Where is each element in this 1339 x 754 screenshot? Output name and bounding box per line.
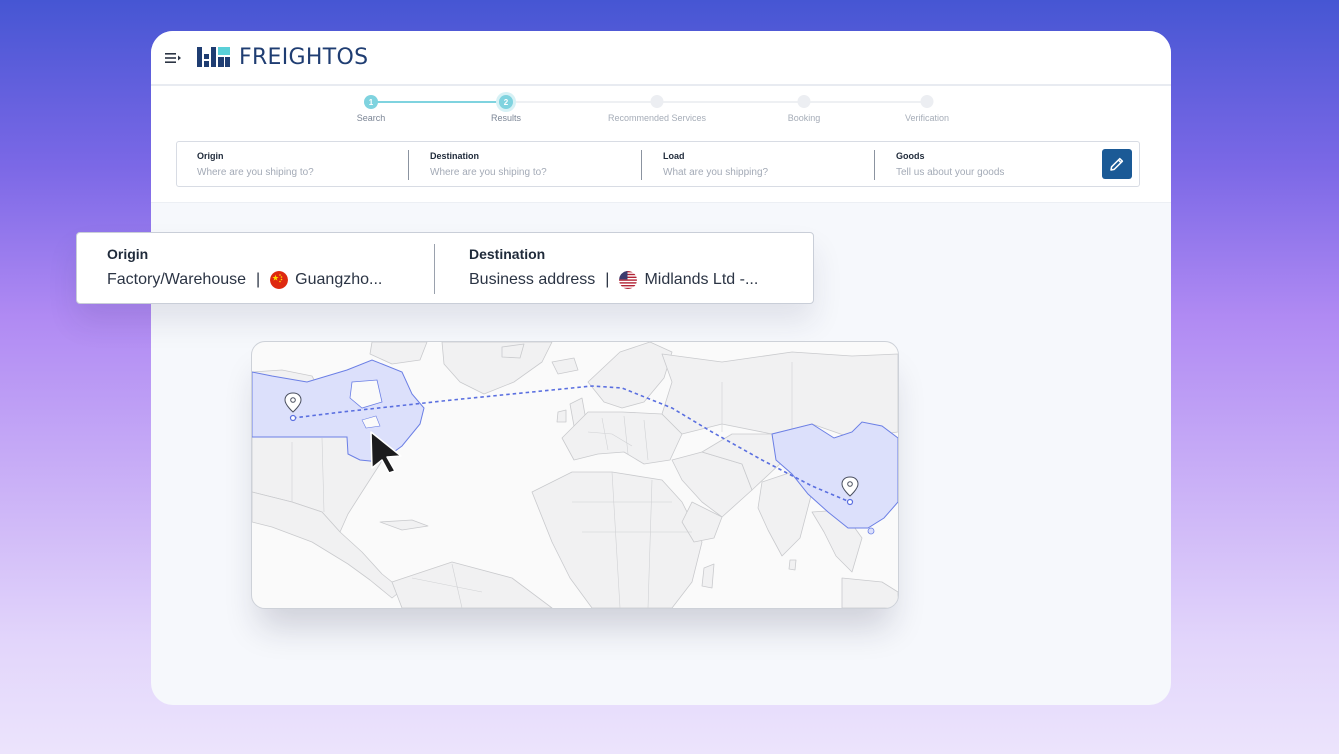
origin-label: Origin [107,246,149,262]
load-field[interactable]: Load What are you shipping? [643,142,876,186]
origin-field-placeholder: Where are you shiping to? [197,167,314,178]
step-booking-label: Booking [787,113,821,123]
destination-value[interactable]: Business address | Midlands Ltd -... [469,271,758,289]
top-navigation-bar: FREIGHTOS [151,31,1171,86]
world-map [252,342,898,608]
origin-separator: | [256,271,261,288]
destination-location-type: Business address [469,271,596,288]
progress-stepper: 1 Search 2 Results Recommended Services … [151,86,1171,131]
step-1-dot[interactable]: 1 [364,95,378,109]
origin-place: Guangzho... [295,271,383,288]
shipment-search-bar: Origin Where are you shiping to? Destina… [176,141,1140,187]
destination-field-placeholder: Where are you shiping to? [430,167,547,178]
step-1-number: 1 [368,97,374,107]
step-5-dot [920,95,934,108]
goods-field[interactable]: Goods Tell us about your goods [876,142,1109,186]
step-3-dot [650,95,664,108]
origin-location-type: Factory/Warehouse [107,271,247,288]
mouse-pointer-icon [370,431,402,474]
route-summary-card: Origin Factory/Warehouse | Guangzho... D… [76,232,814,304]
step-recommended-services-label: Recommended Services [607,113,707,123]
freightos-logo[interactable]: FREIGHTOS [197,44,369,70]
destination-place: Midlands Ltd -... [644,271,759,288]
freightos-logo-icon [197,47,230,67]
step-2-dot[interactable]: 2 [499,95,513,109]
step-search-label: Search [356,113,386,123]
load-field-label: Load [663,151,685,161]
usa-flag-icon [619,271,638,289]
route-map[interactable] [251,341,899,609]
pencil-icon [1110,157,1124,171]
edit-search-button[interactable] [1102,149,1132,179]
destination-separator: | [605,271,610,288]
step-verification-label: Verification [904,113,950,123]
field-divider [408,150,409,180]
goods-field-label: Goods [896,151,925,161]
brand-name: FREIGHTOS [239,44,369,70]
load-field-placeholder: What are you shipping? [663,167,769,178]
search-panel: 1 Search 2 Results Recommended Services … [151,86,1171,203]
step-4-dot [797,95,811,108]
step-results-label: Results [490,113,522,123]
menu-icon[interactable] [165,51,181,65]
china-flag-icon [270,271,289,289]
stepper-line-complete [371,101,506,103]
origin-field-label: Origin [197,151,224,161]
field-divider [641,150,642,180]
goods-field-placeholder: Tell us about your goods [896,167,1005,178]
stepper-line-pending [513,101,927,103]
destination-label: Destination [469,246,546,262]
route-divider [434,244,435,294]
destination-field-label: Destination [430,151,480,161]
field-divider [874,150,875,180]
origin-value[interactable]: Factory/Warehouse | Guangzho... [107,271,382,289]
origin-field[interactable]: Origin Where are you shiping to? [177,142,410,186]
destination-field[interactable]: Destination Where are you shiping to? [410,142,643,186]
step-2-number: 2 [503,97,509,107]
